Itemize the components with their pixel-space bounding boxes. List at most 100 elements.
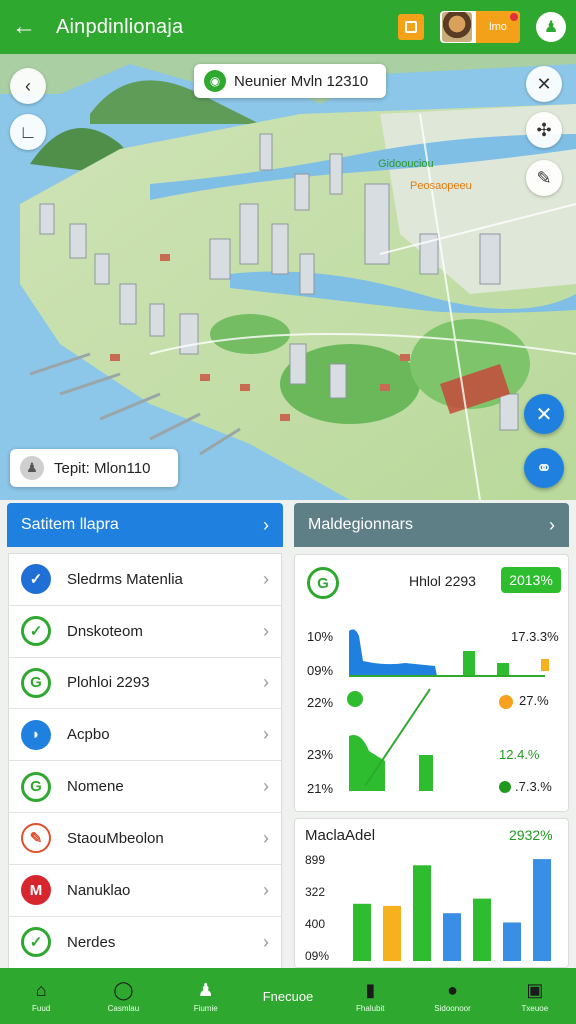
nav-label: Fuud [32,1004,51,1013]
refresh-icon: G [21,771,51,802]
list-item[interactable]: ✓ Dnskoteom › [9,606,281,658]
y-label: 23% [307,747,334,762]
bar [473,898,491,961]
nav-active-label: Fnecuoe [262,988,314,1004]
nav-item-globe[interactable]: ● Sidoonoor [411,968,493,1024]
right-panel-title: Maldegionnars [308,516,413,533]
bottom-nav: ⌂ Fuud ◯ Casmlau ♟ Fiumie Fnecuoe ▮ Fhal… [0,968,576,1024]
list-item[interactable]: ✓ Sledrms Matenlia › [9,554,281,606]
nav-item-home[interactable]: ⌂ Fuud [0,968,82,1024]
check-icon: ✓ [21,564,51,595]
map-illustration [0,54,576,500]
top-app-bar: ← Ainpdinlionaja lmo ♟ [0,0,576,54]
stats-card: G Hhlol 2293 2013% 10% 09% 22% 23% 21% 1… [294,554,569,812]
nav-label: Txeuoe [521,1004,549,1013]
mini-chart [347,629,549,791]
y-label: 10% [307,629,334,644]
list-item[interactable]: ◗ Acpbo › [9,709,281,762]
value-label: .7.3.% [515,779,552,794]
location-pill[interactable]: ◉ Neunier Mvln 12310 [194,64,386,98]
y-label: 21% [307,781,334,796]
bar [353,903,371,961]
value-label: 12.4.% [499,747,540,762]
bar [533,859,551,961]
profile-chip[interactable]: lmo [440,11,520,43]
city-map[interactable]: ‹ ∟ ✕ ✣ ✎ ◉ Neunier Mvln 12310 Gidooucio… [0,54,576,500]
y-label: 899 [305,853,326,867]
nav-item-active[interactable]: Fnecuoe [247,968,329,1024]
check-circle-icon: ✓ [21,927,51,958]
left-panel-title: Satitem llapra [21,516,119,533]
y-label: 322 [305,885,326,899]
chat-icon: ◗ [21,719,51,750]
list-item[interactable]: ✎ StaouMbeolon › [9,813,281,865]
close-fab[interactable]: ✕ [524,394,564,434]
window-icon: ▣ [526,979,544,1000]
green-dot-icon [499,781,511,793]
people-icon: ♟ [197,979,214,1000]
chevron-right-icon: › [263,879,269,900]
page-title: Ainpdinlionaja [56,15,184,38]
avatar [442,12,472,42]
nav-label: Fiumie [193,1004,218,1013]
nav-item-book[interactable]: ▮ Fhalubit [329,968,411,1024]
map-label-orange: Peosaopeeu [410,180,472,192]
bar [413,865,431,961]
book-icon: ▮ [365,979,376,1000]
list-item-label: Nanuklao [67,881,131,899]
percent-badge: 2013% [501,567,561,593]
person-icon: ♟ [20,456,44,480]
chevron-right-icon: › [263,827,269,848]
nav-item-people[interactable]: ♟ Fiumie [165,968,247,1024]
y-label: 09% [305,949,330,963]
chat-bubble-icon: ◯ [113,979,134,1000]
square-icon[interactable] [398,14,424,40]
chevron-right-icon: › [263,724,269,745]
close-button[interactable]: ✕ [526,66,562,102]
home-icon: ⌂ [35,979,47,1000]
map-label-green: Gidoouciou [378,158,434,170]
edit-icon[interactable]: ✎ [526,160,562,196]
globe-icon: ● [447,979,458,1000]
chevron-right-icon: › [263,672,269,693]
eye-icon: ◉ [204,70,226,92]
list-item[interactable]: M Nanuklao › [9,865,281,917]
nav-label: Sidoonoor [434,1004,471,1013]
collapse-button[interactable]: ‹ [10,68,46,104]
right-panel-header[interactable]: Maldegionnars › [294,503,569,547]
list-item-label: Nerdes [67,933,116,951]
bar-chart [353,859,551,961]
y-label: 400 [305,917,326,931]
list-item-label: StaouMbeolon [67,829,164,847]
nav-label: Casmlau [107,1004,140,1013]
info-pill[interactable]: ♟ Tepit: Mlon110 [10,449,178,487]
list-item-label: Dnskoteom [67,622,143,640]
refresh-icon: G [21,667,51,698]
check-circle-icon: ✓ [21,616,51,647]
chevron-right-icon: › [263,568,269,589]
settings-list: ✓ Sledrms Matenlia › ✓ Dnskoteom › G Plo… [8,553,282,970]
left-panel-header[interactable]: Satitem llapra › [7,503,283,547]
list-item-label: Sledrms Matenlia [67,570,183,588]
list-item[interactable]: ✓ Nerdes › [9,917,281,969]
chevron-right-icon: › [263,514,269,535]
list-item-label: Nomene [67,778,124,796]
orange-dot-icon [499,695,513,709]
list-item-label: Plohloi 2293 [67,674,150,692]
back-arrow-icon[interactable]: ← [10,13,38,41]
y-label: 22% [307,695,334,710]
nav-item-window[interactable]: ▣ Txeuoe [494,968,576,1024]
nav-item-chat[interactable]: ◯ Casmlau [82,968,164,1024]
link-fab[interactable]: ⚭ [524,448,564,488]
bar [503,922,521,961]
user-icon[interactable]: ♟ [536,12,566,42]
ruler-icon[interactable]: ✣ [526,112,562,148]
list-item[interactable]: G Nomene › [9,761,281,813]
list-item[interactable]: G Plohloi 2293 › [9,658,281,710]
notification-dot [510,13,518,21]
y-label: 09% [307,663,334,678]
list-item-label: Acpbo [67,726,110,744]
location-pill-label: Neunier Mvln 12310 [234,72,369,90]
chevron-right-icon: › [549,514,555,535]
compass-icon[interactable]: ∟ [10,114,46,150]
